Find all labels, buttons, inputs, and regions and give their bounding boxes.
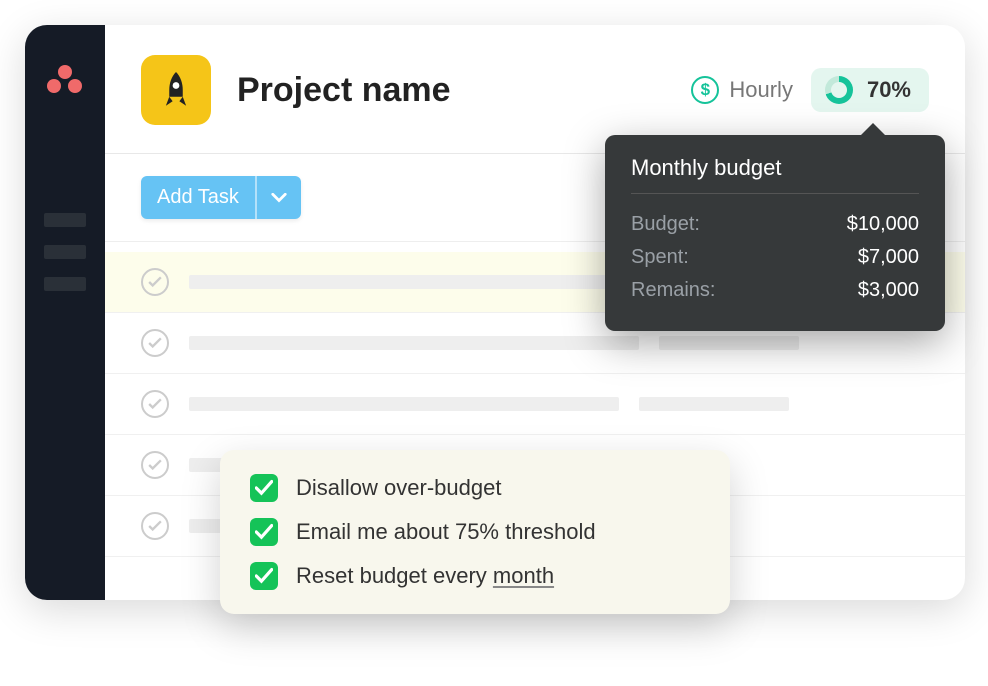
sidebar-item[interactable] bbox=[44, 277, 86, 291]
setting-label: Reset budget every month bbox=[296, 563, 554, 589]
budget-settings-card: Disallow over-budget Email me about 75% … bbox=[220, 450, 730, 614]
dollar-icon: $ bbox=[691, 76, 719, 104]
app-logo-icon bbox=[46, 65, 84, 93]
budget-progress-pill[interactable]: 70% bbox=[811, 68, 929, 112]
check-circle-icon[interactable] bbox=[141, 268, 169, 296]
project-icon[interactable] bbox=[141, 55, 211, 125]
rocket-icon bbox=[162, 72, 190, 108]
task-title-placeholder bbox=[189, 275, 609, 289]
billing-type[interactable]: $ Hourly bbox=[691, 76, 793, 104]
popover-value: $10,000 bbox=[847, 213, 919, 236]
project-title[interactable]: Project name bbox=[237, 71, 451, 110]
progress-percent: 70% bbox=[867, 77, 911, 103]
add-task-button[interactable]: Add Task bbox=[141, 176, 255, 219]
task-title-placeholder bbox=[189, 336, 639, 350]
sidebar-item[interactable] bbox=[44, 213, 86, 227]
popover-value: $7,000 bbox=[858, 246, 919, 269]
sidebar-item[interactable] bbox=[44, 245, 86, 259]
popover-row-budget: Budget: $10,000 bbox=[631, 208, 919, 241]
check-circle-icon[interactable] bbox=[141, 451, 169, 479]
setting-disallow-overbudget[interactable]: Disallow over-budget bbox=[250, 474, 700, 502]
sidebar bbox=[25, 25, 105, 600]
progress-ring-icon bbox=[825, 76, 853, 104]
setting-reset-budget[interactable]: Reset budget every month bbox=[250, 562, 700, 590]
popover-label: Budget: bbox=[631, 213, 700, 236]
chevron-down-icon bbox=[271, 193, 287, 203]
task-row[interactable] bbox=[105, 374, 965, 435]
setting-label: Disallow over-budget bbox=[296, 475, 501, 501]
setting-period-link[interactable]: month bbox=[493, 563, 554, 588]
setting-label: Email me about 75% threshold bbox=[296, 519, 596, 545]
budget-popover: Monthly budget Budget: $10,000 Spent: $7… bbox=[605, 135, 945, 331]
check-circle-icon[interactable] bbox=[141, 512, 169, 540]
popover-label: Remains: bbox=[631, 279, 715, 302]
popover-row-remains: Remains: $3,000 bbox=[631, 274, 919, 307]
task-title-placeholder bbox=[189, 397, 619, 411]
sidebar-nav bbox=[44, 213, 86, 291]
check-circle-icon[interactable] bbox=[141, 329, 169, 357]
setting-email-threshold[interactable]: Email me about 75% threshold bbox=[250, 518, 700, 546]
check-circle-icon[interactable] bbox=[141, 390, 169, 418]
checkbox-checked-icon[interactable] bbox=[250, 562, 278, 590]
add-task-dropdown-button[interactable] bbox=[255, 176, 301, 219]
billing-type-label: Hourly bbox=[729, 77, 793, 103]
checkbox-checked-icon[interactable] bbox=[250, 474, 278, 502]
setting-label-prefix: Reset budget every bbox=[296, 563, 493, 588]
popover-row-spent: Spent: $7,000 bbox=[631, 241, 919, 274]
task-meta-placeholder bbox=[659, 336, 799, 350]
add-task-button-group: Add Task bbox=[141, 176, 301, 219]
popover-title: Monthly budget bbox=[631, 155, 919, 194]
task-meta-placeholder bbox=[639, 397, 789, 411]
popover-value: $3,000 bbox=[858, 279, 919, 302]
popover-label: Spent: bbox=[631, 246, 689, 269]
checkbox-checked-icon[interactable] bbox=[250, 518, 278, 546]
